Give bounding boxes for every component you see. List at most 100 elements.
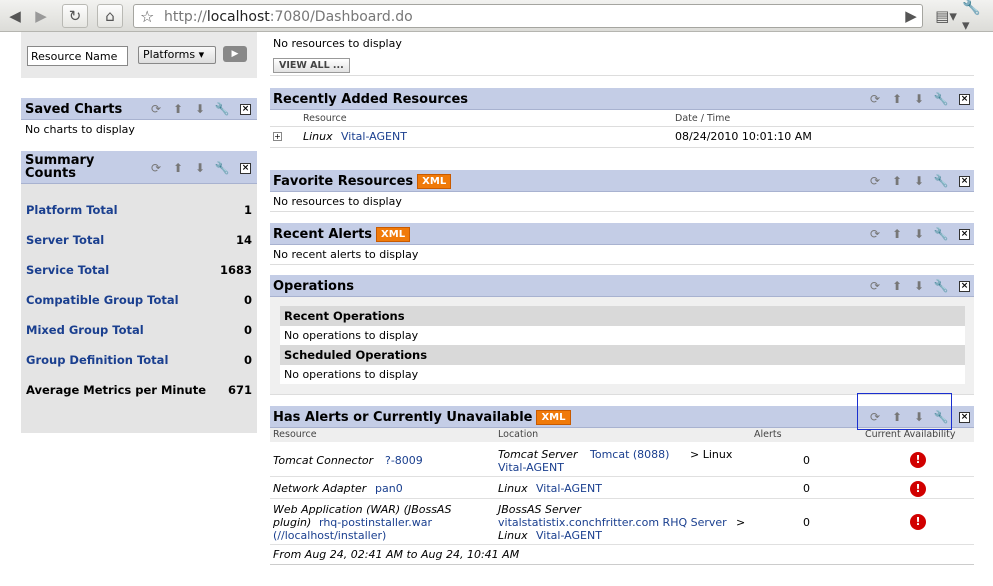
count-row: Average Metrics per Minute 671	[26, 383, 252, 397]
scheduled-operations-header: Scheduled Operations	[280, 345, 965, 365]
operations-content: Recent Operations No operations to displ…	[280, 306, 965, 384]
xml-feed-button[interactable]: XML	[417, 174, 452, 189]
unavailable-error-icon: !	[910, 452, 926, 468]
platform-total-link[interactable]: Platform Total	[26, 203, 118, 217]
close-icon[interactable]: ×	[959, 175, 970, 187]
settings-wrench-icon[interactable]: 🔧	[933, 173, 949, 189]
refresh-icon[interactable]: ⟳	[867, 278, 883, 294]
back-icon[interactable]: ◀	[4, 4, 26, 28]
close-icon[interactable]: ×	[240, 103, 251, 115]
table-header: Resource Date / Time	[270, 110, 974, 126]
move-up-icon[interactable]: ⬆	[889, 173, 905, 189]
settings-wrench-icon[interactable]: 🔧	[214, 160, 230, 176]
settings-wrench-icon[interactable]: 🔧	[214, 101, 230, 117]
portlet-title: Recently Added Resources	[273, 92, 469, 107]
refresh-icon[interactable]: ⟳	[867, 226, 883, 242]
settings-wrench-icon[interactable]: 🔧	[933, 226, 949, 242]
summary-counts-portlet: Summary Counts ⟳ ⬆ ⬇ 🔧 × Platform Total 1 …	[21, 151, 257, 433]
count-row: Compatible Group Total 0	[26, 293, 252, 307]
table-row: Tomcat Connector ?-8009 Tomcat Server To…	[270, 443, 974, 477]
refresh-icon[interactable]: ⟳	[867, 173, 883, 189]
portlet-title: Saved Charts	[25, 102, 123, 117]
view-all-button[interactable]: VIEW ALL ...	[273, 58, 350, 73]
resource-link[interactable]: ?-8009	[385, 454, 423, 467]
move-up-icon[interactable]: ⬆	[170, 160, 186, 176]
table-row: + Linux Vital-AGENT 08/24/2010 10:01:10 …	[270, 126, 974, 146]
portlet-controls: ⟳ ⬆ ⬇ 🔧 ×	[867, 226, 970, 242]
resource-name-input[interactable]	[27, 46, 128, 66]
recent-operations-header: Recent Operations	[280, 306, 965, 326]
portlet-controls: ⟳ ⬆ ⬇ 🔧 ×	[148, 101, 251, 117]
forward-icon[interactable]: ▶	[30, 4, 52, 28]
location-link[interactable]: Tomcat (8088)	[590, 448, 669, 461]
count-row: Service Total 1683	[26, 263, 252, 277]
compatible-group-total-link[interactable]: Compatible Group Total	[26, 293, 179, 307]
count-row: Mixed Group Total 0	[26, 323, 252, 337]
move-down-icon[interactable]: ⬇	[192, 101, 208, 117]
refresh-icon[interactable]: ⟳	[148, 101, 164, 117]
refresh-icon[interactable]: ⟳	[148, 160, 164, 176]
close-icon[interactable]: ×	[959, 411, 970, 423]
xml-feed-button[interactable]: XML	[376, 227, 411, 242]
close-icon[interactable]: ×	[240, 162, 251, 174]
move-down-icon[interactable]: ⬇	[911, 226, 927, 242]
resource-link[interactable]: Vital-AGENT	[341, 130, 407, 143]
bookmark-star-icon[interactable]: ☆	[140, 7, 154, 26]
recently-added-portlet: Recently Added Resources ⟳ ⬆ ⬇ 🔧 × Resou…	[270, 88, 974, 148]
portlet-title: Recent Alerts XML	[273, 227, 411, 242]
move-up-icon[interactable]: ⬆	[889, 226, 905, 242]
location-link[interactable]: vitalstatistix.conchfritter.com RHQ Serv…	[498, 516, 727, 529]
xml-feed-button[interactable]: XML	[536, 410, 571, 425]
resource-url-link[interactable]: (//localhost/installer)	[273, 529, 386, 542]
agent-link[interactable]: Vital-AGENT	[498, 461, 564, 474]
portlet-title: Has Alerts or Currently Unavailable XML	[273, 410, 571, 425]
move-up-icon[interactable]: ⬆	[889, 91, 905, 107]
agent-link[interactable]: Vital-AGENT	[536, 529, 602, 542]
wrench-menu-icon[interactable]: 🔧▾	[962, 0, 988, 34]
settings-wrench-icon[interactable]: 🔧	[933, 278, 949, 294]
service-total-link[interactable]: Service Total	[26, 263, 109, 277]
settings-wrench-icon[interactable]: 🔧	[933, 91, 949, 107]
search-go-button[interactable]: ▶	[223, 46, 247, 62]
saved-charts-portlet: Saved Charts ⟳ ⬆ ⬇ 🔧 × No charts to disp…	[21, 98, 257, 139]
portlet-controls: ⟳ ⬆ ⬇ 🔧 ×	[867, 278, 970, 294]
empty-message: No resources to display	[273, 37, 402, 50]
table-header: Resource Location Alerts Current Availab…	[270, 428, 974, 442]
top-resources-portlet: No resources to display VIEW ALL ...	[270, 32, 974, 76]
portlet-title: Summary Counts	[25, 153, 95, 181]
portlet-header: Summary Counts ⟳ ⬆ ⬇ 🔧 ×	[21, 151, 257, 184]
table-row: Network Adapter pan0 Linux Vital-AGENT 0…	[270, 477, 974, 499]
browser-toolbar: ◀ ▶ ↻ ⌂ ☆ http://localhost:7080/Dashboar…	[0, 0, 993, 34]
move-down-icon[interactable]: ⬇	[911, 91, 927, 107]
move-up-icon[interactable]: ⬆	[170, 101, 186, 117]
scheduled-operations-empty: No operations to display	[280, 365, 965, 384]
address-bar[interactable]: ☆ http://localhost:7080/Dashboard.do	[133, 4, 923, 28]
move-down-icon[interactable]: ⬇	[911, 173, 927, 189]
move-up-icon[interactable]: ⬆	[889, 278, 905, 294]
operations-portlet: Operations ⟳ ⬆ ⬇ 🔧 × Recent Operations N…	[270, 275, 974, 395]
recent-operations-empty: No operations to display	[280, 326, 965, 345]
go-arrow-icon[interactable]: ▶	[901, 4, 921, 28]
average-metrics-label: Average Metrics per Minute	[26, 383, 207, 397]
mixed-group-total-link[interactable]: Mixed Group Total	[26, 323, 144, 337]
close-icon[interactable]: ×	[959, 228, 970, 240]
close-icon[interactable]: ×	[959, 280, 970, 292]
portlet-title: Operations	[273, 279, 354, 294]
refresh-icon[interactable]: ⟳	[867, 91, 883, 107]
page-menu-icon[interactable]: ▤▾	[933, 4, 959, 28]
server-total-link[interactable]: Server Total	[26, 233, 104, 247]
expand-icon[interactable]: +	[273, 132, 282, 141]
url-text: http://localhost:7080/Dashboard.do	[164, 9, 413, 25]
home-icon[interactable]: ⌂	[97, 4, 123, 28]
reload-icon[interactable]: ↻	[62, 4, 88, 28]
group-definition-total-link[interactable]: Group Definition Total	[26, 353, 168, 367]
move-down-icon[interactable]: ⬇	[911, 278, 927, 294]
resource-link[interactable]: rhq-postinstaller.war	[319, 516, 432, 529]
close-icon[interactable]: ×	[959, 93, 970, 105]
unavailable-error-icon: !	[910, 514, 926, 530]
resource-link[interactable]: pan0	[375, 482, 403, 495]
agent-link[interactable]: Vital-AGENT	[536, 482, 602, 495]
count-row: Group Definition Total 0	[26, 353, 252, 367]
move-down-icon[interactable]: ⬇	[192, 160, 208, 176]
platforms-select[interactable]: Platforms ▾	[138, 46, 216, 64]
